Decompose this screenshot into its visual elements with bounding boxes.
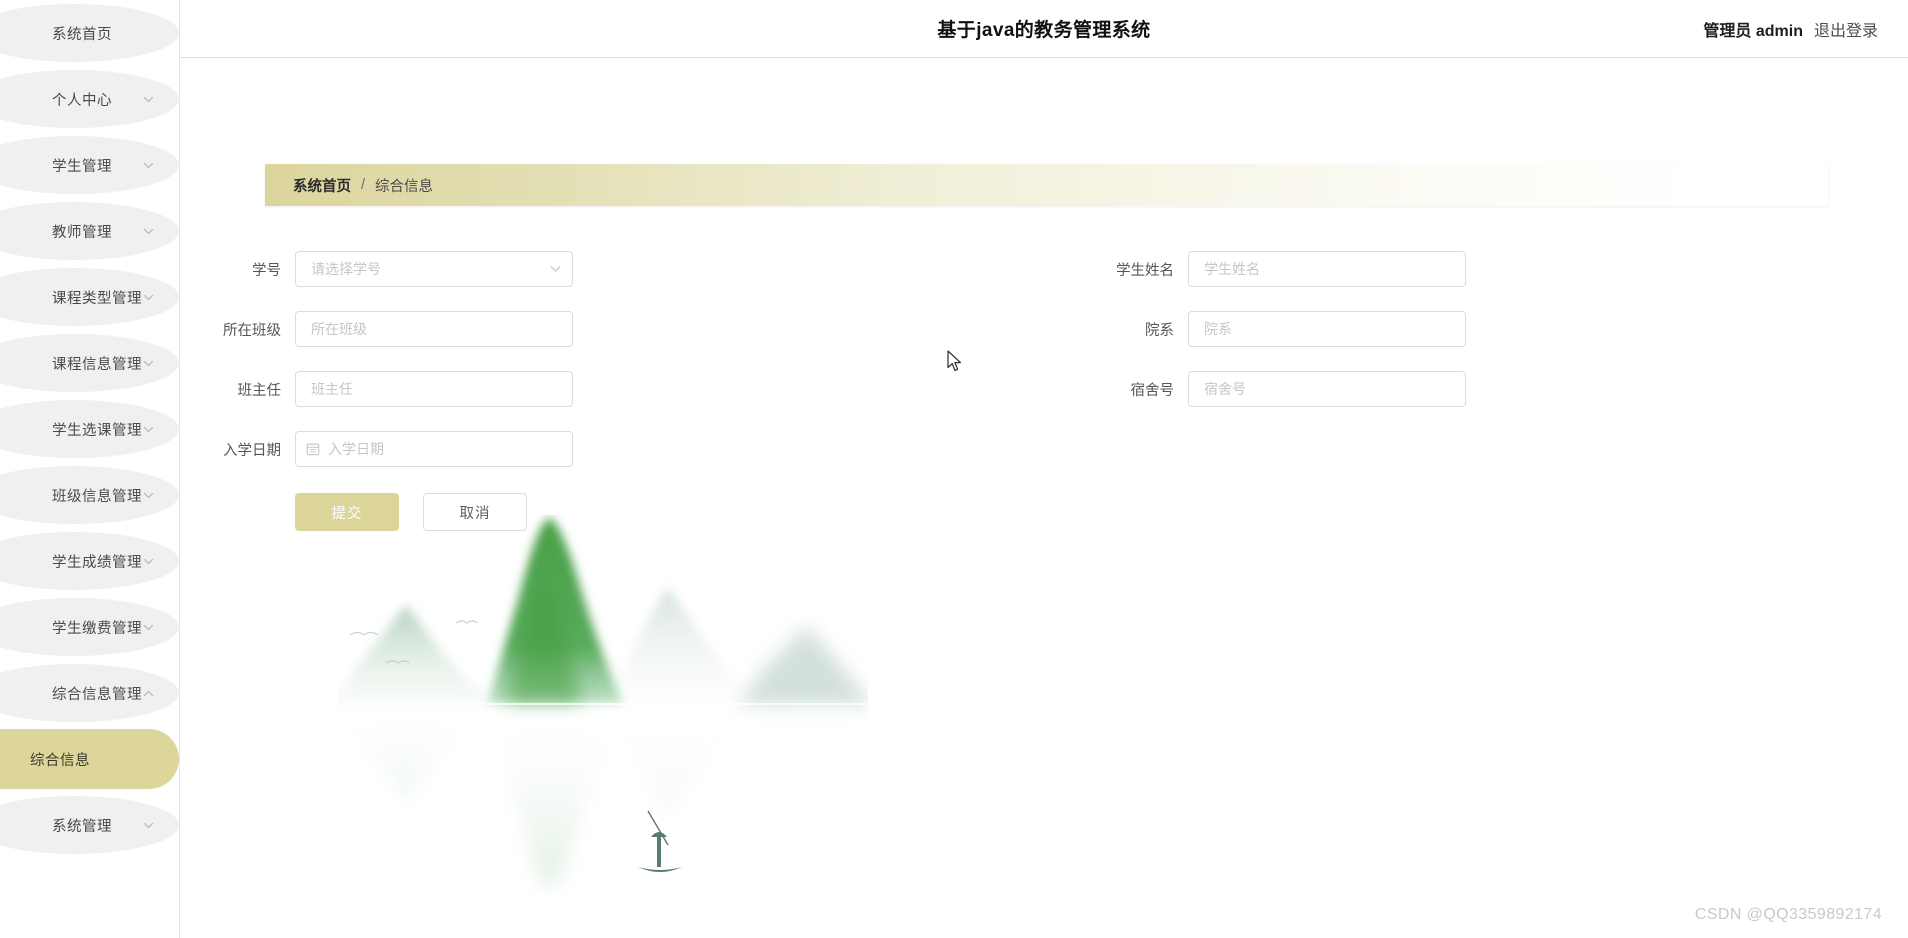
chevron-up-icon — [142, 687, 155, 700]
class-name-input[interactable] — [295, 311, 573, 347]
sidebar-item-label: 学生选课管理 — [52, 422, 142, 439]
sidebar-item-label: 课程类型管理 — [52, 290, 142, 307]
student-id-select[interactable] — [295, 251, 573, 287]
sidebar-item-1[interactable]: 个人中心 — [0, 66, 179, 132]
head-teacher-input[interactable] — [295, 371, 573, 407]
control-head-teacher — [295, 371, 573, 407]
dorm-number-input[interactable] — [1188, 371, 1466, 407]
sidebar-item-label: 学生管理 — [52, 158, 112, 175]
enroll-date-input[interactable] — [295, 431, 573, 467]
sidebar-item-label: 综合信息管理 — [52, 686, 142, 703]
control-student-name — [1188, 251, 1466, 287]
field-head-teacher: 班主任 — [181, 359, 1044, 419]
label-class-name: 所在班级 — [223, 322, 281, 339]
sidebar-item-12[interactable]: 系统管理 — [0, 792, 179, 858]
control-dorm-number — [1188, 371, 1466, 407]
sidebar-navigation: 系统首页个人中心学生管理教师管理课程类型管理 课程信息管理 学生选课管理 班级信息管理… — [0, 0, 180, 938]
sidebar-item-label: 学生缴费管理 — [52, 620, 142, 637]
sidebar-item-11[interactable]: 综合信息 — [0, 726, 179, 792]
form-row-1: 学号 学生姓名 — [181, 239, 1908, 299]
submit-button[interactable]: 提交 — [295, 493, 399, 531]
sidebar-item-label: 综合信息 — [30, 752, 90, 769]
sidebar-item-label: 班级信息管理 — [52, 488, 142, 505]
field-class-name: 所在班级 — [181, 299, 1044, 359]
breadcrumb: 系统首页 / 综合信息 — [265, 164, 1828, 206]
form-row-3: 班主任 宿舍号 — [181, 359, 1908, 419]
chevron-down-icon — [142, 621, 155, 634]
sidebar-item-8[interactable]: 学生成绩管理 — [0, 528, 179, 594]
field-enroll-date: 入学日期 — [181, 419, 1044, 479]
logout-button[interactable]: 退出登录 — [1814, 17, 1878, 41]
chevron-down-icon — [142, 819, 155, 832]
sidebar-item-9[interactable]: 学生缴费管理 — [0, 594, 179, 660]
chevron-down-icon — [142, 555, 155, 568]
label-student-name: 学生姓名 — [1116, 262, 1174, 279]
breadcrumb-home-link[interactable]: 系统首页 — [293, 175, 351, 196]
main-content-area: 系统首页 / 综合信息 学号 学生姓名 — [181, 59, 1908, 938]
field-student-id: 学号 — [181, 239, 1044, 299]
chevron-down-icon — [142, 159, 155, 172]
page-title: 基于java的教务管理系统 — [937, 20, 1151, 41]
control-enroll-date — [295, 431, 573, 467]
current-user-label: 管理员 admin — [1703, 22, 1803, 40]
chevron-down-icon — [142, 291, 155, 304]
control-student-id — [295, 251, 573, 287]
form-row-4: 入学日期 — [181, 419, 1908, 479]
user-area: 管理员 admin 退出登录 — [1703, 17, 1878, 41]
breadcrumb-current: 综合信息 — [375, 178, 434, 195]
sidebar-item-4[interactable]: 课程类型管理 — [0, 264, 179, 330]
sidebar-item-2[interactable]: 学生管理 — [0, 132, 179, 198]
label-enroll-date: 入学日期 — [223, 442, 281, 459]
form-row-2: 所在班级 院系 — [181, 299, 1908, 359]
sidebar-item-5[interactable]: 课程信息管理 — [0, 330, 179, 396]
label-department: 院系 — [1145, 322, 1174, 339]
form-spacer — [1044, 419, 1907, 479]
control-department — [1188, 311, 1466, 347]
top-header-bar: 基于java的教务管理系统 管理员 admin 退出登录 — [180, 0, 1908, 58]
sidebar-item-label: 系统管理 — [52, 818, 112, 835]
label-dorm-number: 宿舍号 — [1130, 382, 1175, 399]
sidebar-item-10[interactable]: 综合信息管理 — [0, 660, 179, 726]
ink-wash-landscape-decoration — [338, 517, 868, 889]
form-actions: 提交 取消 — [181, 493, 1908, 531]
cancel-button[interactable]: 取消 — [423, 493, 527, 531]
chevron-down-icon — [142, 93, 155, 106]
field-student-name: 学生姓名 — [1044, 239, 1907, 299]
sidebar-item-label: 学生成绩管理 — [52, 554, 142, 571]
chevron-down-icon — [142, 423, 155, 436]
chevron-down-icon — [142, 225, 155, 238]
comprehensive-info-form: 学号 学生姓名 所在班级 — [181, 239, 1908, 531]
department-input[interactable] — [1188, 311, 1466, 347]
boat-figure — [638, 810, 682, 872]
label-student-id: 学号 — [252, 262, 281, 279]
sidebar-item-7[interactable]: 班级信息管理 — [0, 462, 179, 528]
sidebar-item-label: 个人中心 — [52, 92, 112, 109]
sidebar-item-label: 课程信息管理 — [52, 356, 142, 373]
breadcrumb-separator: / — [361, 177, 366, 193]
student-name-input[interactable] — [1188, 251, 1466, 287]
sidebar-item-6[interactable]: 学生选课管理 — [0, 396, 179, 462]
label-head-teacher: 班主任 — [237, 382, 282, 399]
field-department: 院系 — [1044, 299, 1907, 359]
sidebar-item-0[interactable]: 系统首页 — [0, 0, 179, 66]
sidebar-item-3[interactable]: 教师管理 — [0, 198, 179, 264]
control-class-name — [295, 311, 573, 347]
application-window: 系统首页 个人中心 学生管理 教师管理 课程类型管理 课程信息管理 学生选课管理 班级信息管理… — [0, 0, 1908, 938]
chevron-down-icon — [142, 357, 155, 370]
chevron-down-icon — [142, 489, 155, 502]
sidebar-item-label: 教师管理 — [52, 224, 112, 241]
field-dorm-number: 宿舍号 — [1044, 359, 1907, 419]
sidebar-item-label: 系统首页 — [52, 26, 112, 43]
watermark-text: CSDN @QQ3359892174 — [1694, 906, 1882, 923]
